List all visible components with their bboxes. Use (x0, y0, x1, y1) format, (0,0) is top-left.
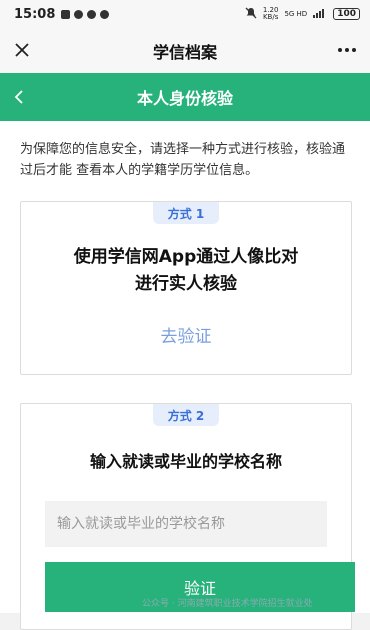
network-speed: 1.20 KB/s (262, 6, 279, 21)
method2-badge: 方式 2 (153, 404, 219, 426)
school-name-input[interactable] (45, 501, 327, 547)
watermark: 公众号 · 河南建筑职业技术学院招生就业处 (142, 599, 313, 609)
qq-icon (100, 9, 110, 19)
method1-line1: 使用学信网App通过人像比对 (73, 247, 299, 267)
status-right: 1.20 KB/s 5G HD 100 (245, 7, 360, 22)
mute-icon (245, 7, 257, 22)
close-icon[interactable] (10, 38, 34, 62)
title-bar: 学信档案 (0, 28, 370, 73)
main-content: 为保障您的信息安全，请选择一种方式进行核验，核验通过后才能 查看本人的学籍学历学… (0, 121, 370, 630)
notification-icons (61, 9, 110, 19)
go-verify-link[interactable]: 去验证 (136, 322, 236, 352)
eye-icon (74, 9, 84, 19)
method1-card: 方式 1 使用学信网App通过人像比对 进行实人核验 去验证 (20, 201, 352, 375)
app-title: 学信档案 (152, 42, 217, 62)
network-type: 5G HD (284, 9, 308, 18)
more-icon[interactable] (334, 38, 360, 62)
battery-indicator: 100 (333, 8, 360, 20)
method1-description: 使用学信网App通过人像比对 进行实人核验 (21, 244, 351, 298)
video-icon (61, 9, 71, 19)
status-bar: 15:08 1.20 KB/s 5G HD 100 (0, 0, 370, 28)
status-time: 15:08 (14, 6, 56, 22)
chevron-left-icon[interactable] (4, 82, 34, 112)
method2-title: 输入就读或毕业的学校名称 (89, 452, 282, 471)
method1-badge: 方式 1 (153, 202, 219, 224)
signal-icon (313, 7, 327, 21)
page-title: 本人身份核验 (136, 89, 233, 108)
intro-text: 为保障您的信息安全，请选择一种方式进行核验，核验通过后才能 查看本人的学籍学历学… (20, 142, 346, 178)
nav-bar: 本人身份核验 (0, 73, 370, 121)
method1-line2: 进行实人核验 (135, 274, 237, 294)
app-icon (87, 9, 97, 19)
